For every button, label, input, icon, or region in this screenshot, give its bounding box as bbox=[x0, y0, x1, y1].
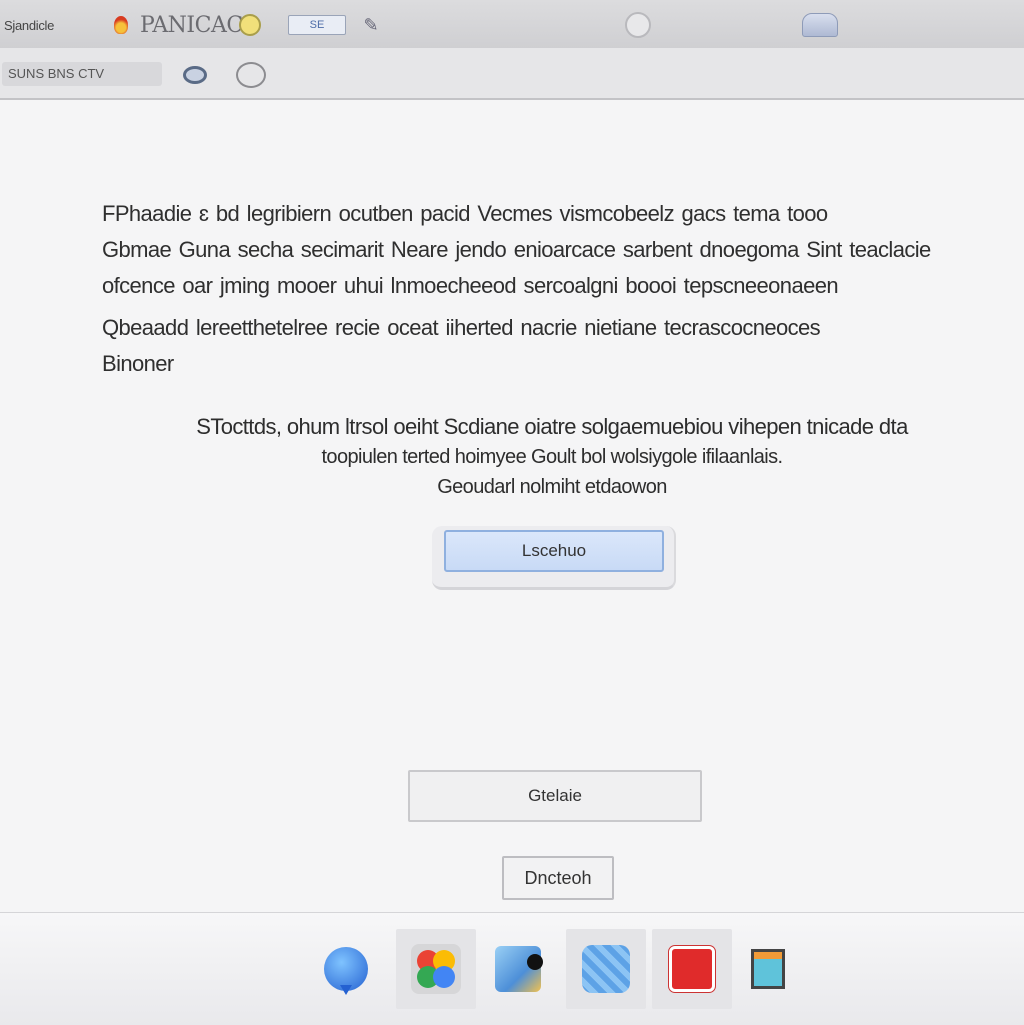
pin-icon[interactable]: ✎ bbox=[356, 12, 386, 38]
profile-avatar[interactable] bbox=[798, 12, 842, 38]
dock bbox=[0, 912, 1024, 1025]
intro-paragraph: FPhaadie ɛ bd legribiern ocutben pacid V… bbox=[102, 196, 982, 304]
preview-icon bbox=[495, 946, 543, 992]
dock-item-window-app[interactable] bbox=[728, 929, 808, 1009]
detail-line: Binoner bbox=[102, 351, 174, 376]
title-bar: Sjandicle PANICAC SE ✎ bbox=[0, 0, 1024, 49]
photos-icon bbox=[411, 944, 461, 994]
status-indicator-icon[interactable] bbox=[236, 12, 264, 38]
red-app-icon bbox=[669, 946, 715, 992]
main-content: FPhaadie ɛ bd legribiern ocutben pacid V… bbox=[0, 100, 1024, 912]
primary-button-frame: Lscehuo bbox=[432, 526, 676, 590]
notice-line: STocttds, ohum ltrsol oeiht Scdiane oiat… bbox=[196, 414, 908, 439]
address-field[interactable]: SUNS BNS CTV bbox=[2, 62, 162, 86]
notice-text: STocttds, ohum ltrsol oeiht Scdiane oiat… bbox=[112, 412, 992, 502]
detail-paragraph: Qbeaadd lereetthetelree recie oceat iihe… bbox=[102, 310, 982, 382]
app-menu-label[interactable]: Sjandicle bbox=[4, 12, 108, 38]
tertiary-button[interactable]: Dncteoh bbox=[502, 856, 614, 900]
refresh-button[interactable] bbox=[234, 60, 268, 90]
dock-item-chat[interactable] bbox=[306, 929, 386, 1009]
eye-icon bbox=[183, 66, 207, 84]
intro-line: ofcence oar jming mooer uhui lnmoecheeod… bbox=[102, 273, 839, 298]
toolbar: SUNS BNS CTV bbox=[0, 48, 1024, 100]
notice-line: toopiulen terted hoimyee Goult bol wolsi… bbox=[321, 446, 783, 468]
circle-icon bbox=[236, 62, 266, 88]
chat-icon bbox=[324, 947, 368, 995]
secondary-button[interactable]: Gtelaie bbox=[408, 770, 702, 822]
reader-view-button[interactable] bbox=[178, 60, 212, 90]
intro-line: FPhaadie ɛ bd legribiern ocutben pacid V… bbox=[102, 201, 828, 226]
dock-item-photos[interactable] bbox=[396, 929, 476, 1009]
primary-button[interactable]: Lscehuo bbox=[444, 530, 664, 572]
tab-title[interactable]: PANICAC bbox=[140, 12, 243, 38]
app-icon bbox=[582, 945, 630, 993]
dock-item-preview[interactable] bbox=[478, 929, 558, 1009]
tab-pill-label: SE bbox=[288, 15, 346, 35]
intro-line: Gbmae Guna secha secimarit Neare jendo e… bbox=[102, 237, 931, 262]
dock-item-red-app[interactable] bbox=[652, 929, 732, 1009]
window-icon bbox=[751, 949, 785, 989]
plus-icon bbox=[625, 12, 651, 38]
dock-item-blue-app[interactable] bbox=[566, 929, 646, 1009]
tab-pill[interactable]: SE bbox=[288, 12, 348, 38]
app-logo-icon[interactable] bbox=[110, 12, 132, 38]
detail-line: Qbeaadd lereetthetelree recie oceat iihe… bbox=[102, 315, 821, 340]
notice-line: Geoudarl nolmiht etdaowon bbox=[437, 476, 667, 498]
new-tab-button[interactable] bbox=[618, 12, 658, 38]
